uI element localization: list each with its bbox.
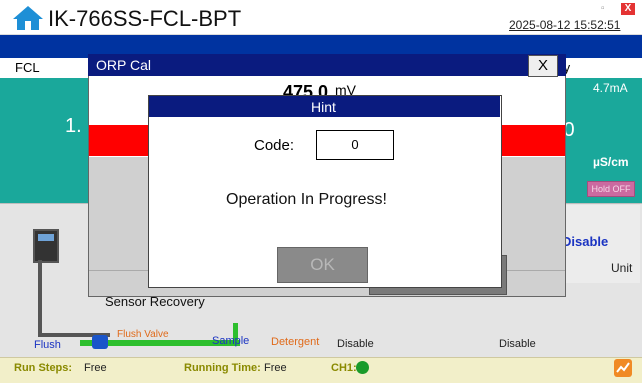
app-title: IK-766SS-FCL-BPT: [48, 6, 242, 31]
hold-button[interactable]: Hold OFF: [587, 181, 635, 197]
orp-cal-titlebar: [88, 54, 566, 76]
code-label: Code:: [254, 137, 295, 154]
minimize-icon[interactable]: ▫: [601, 3, 605, 14]
ch1-status-indicator: [356, 361, 369, 374]
tab-fcl[interactable]: FCL: [15, 60, 40, 75]
flush-label: Flush: [34, 339, 61, 351]
pump-icon: [92, 335, 108, 349]
cable-vertical: [38, 260, 42, 334]
sensor-recovery-label: Sensor Recovery: [105, 294, 205, 309]
unit-label: Unit: [611, 261, 633, 275]
disable-status: Disable: [562, 234, 609, 249]
hint-message: Operation In Progress!: [226, 191, 387, 208]
ok-button[interactable]: OK: [277, 247, 368, 283]
detergent-label: Detergent: [271, 336, 320, 348]
chart-icon[interactable]: [614, 359, 632, 377]
running-time-label: Running Time:: [184, 362, 261, 374]
sample-label: Sample: [212, 335, 250, 347]
controller-device-icon: [33, 229, 59, 263]
running-time-value: Free: [264, 362, 287, 374]
orp-close-button[interactable]: X: [528, 55, 558, 77]
run-steps-value: Free: [84, 362, 107, 374]
orp-cal-title: ORP Cal: [96, 57, 151, 73]
hint-title: Hint: [311, 99, 336, 115]
code-input[interactable]: 0: [316, 130, 394, 160]
close-icon[interactable]: X: [621, 3, 635, 15]
current-output: 4.7mA: [593, 81, 628, 95]
ch1-label: CH1:: [331, 362, 357, 374]
run-steps-label: Run Steps:: [14, 362, 73, 374]
secondary-status: Disable: [499, 338, 536, 350]
reading-unit: µS/cm: [593, 155, 629, 169]
flush-valve-label: Flush Valve: [117, 329, 169, 340]
datetime: 2025-08-12 15:52:51: [509, 18, 621, 32]
home-icon[interactable]: [13, 6, 43, 30]
detergent-status: Disable: [337, 338, 374, 350]
fcl-reading: 1.: [65, 115, 82, 137]
